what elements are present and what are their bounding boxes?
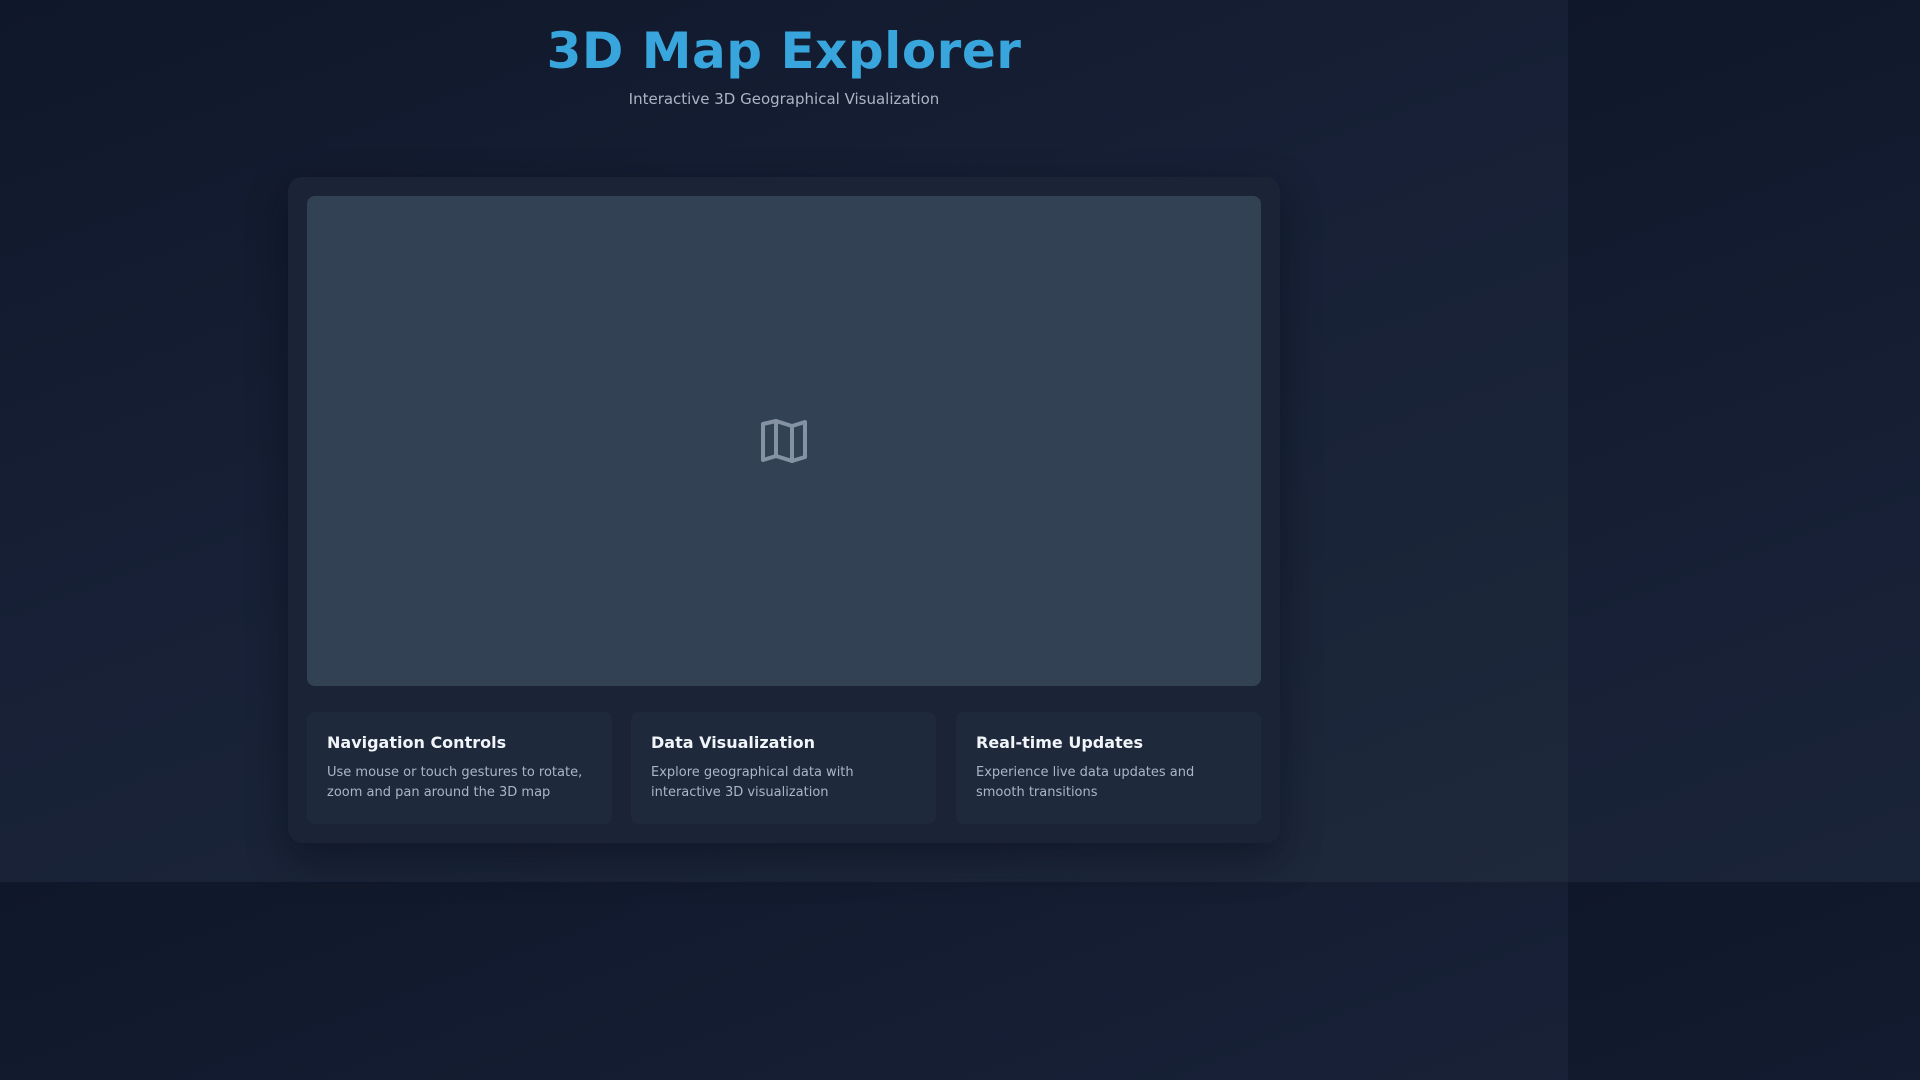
feature-cards: Navigation Controls Use mouse or touch g… (307, 712, 1261, 824)
map-viewport[interactable] (307, 196, 1261, 686)
feature-card-description: Explore geographical data with interacti… (651, 765, 854, 800)
page-title: 3D Map Explorer (546, 22, 1022, 80)
feature-card-description: Use mouse or touch gestures to rotate, z… (327, 765, 583, 800)
page-subtitle: Interactive 3D Geographical Visualizatio… (628, 90, 940, 108)
feature-card-navigation: Navigation Controls Use mouse or touch g… (307, 712, 612, 824)
map-panel: Navigation Controls Use mouse or touch g… (288, 177, 1280, 843)
feature-card-data-visualization: Data Visualization Explore geographical … (631, 712, 936, 824)
feature-card-description: Experience live data updates and smooth … (976, 765, 1195, 800)
feature-card-realtime-updates: Real-time Updates Experience live data u… (956, 712, 1261, 824)
map-icon (761, 419, 807, 463)
feature-card-title: Real-time Updates (976, 733, 1144, 752)
feature-card-title: Data Visualization (651, 733, 815, 752)
feature-card-title: Navigation Controls (327, 733, 507, 752)
